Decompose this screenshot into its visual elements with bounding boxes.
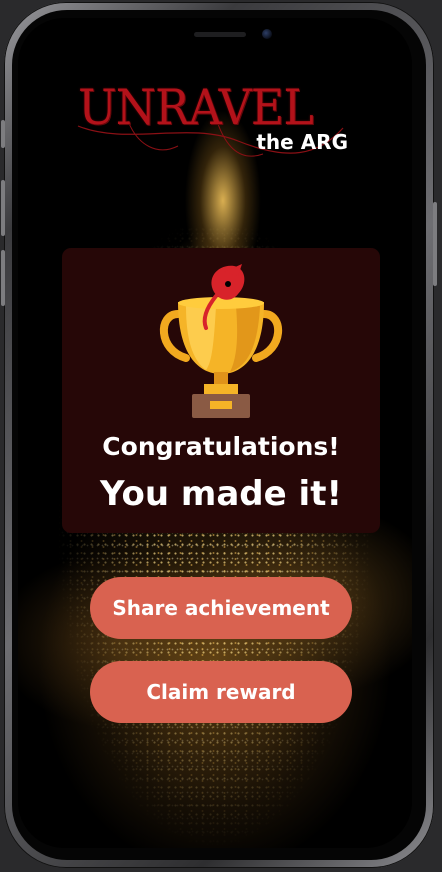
logo-subtitle: the ARG: [256, 130, 348, 154]
congrats-text: Congratulations!: [102, 432, 340, 461]
made-it-text: You made it!: [100, 474, 342, 514]
mute-switch: [1, 120, 5, 148]
trophy-icon: [160, 264, 282, 418]
power-button: [433, 202, 437, 286]
earpiece-speaker: [194, 32, 246, 37]
volume-up-button: [1, 180, 5, 236]
logo-title: UNRAVEL: [78, 78, 314, 136]
app-logo: UNRAVEL the ARG: [58, 78, 358, 170]
claim-reward-button[interactable]: Claim reward: [90, 661, 352, 723]
front-camera: [262, 29, 272, 39]
share-achievement-button[interactable]: Share achievement: [90, 577, 352, 639]
volume-down-button: [1, 250, 5, 306]
